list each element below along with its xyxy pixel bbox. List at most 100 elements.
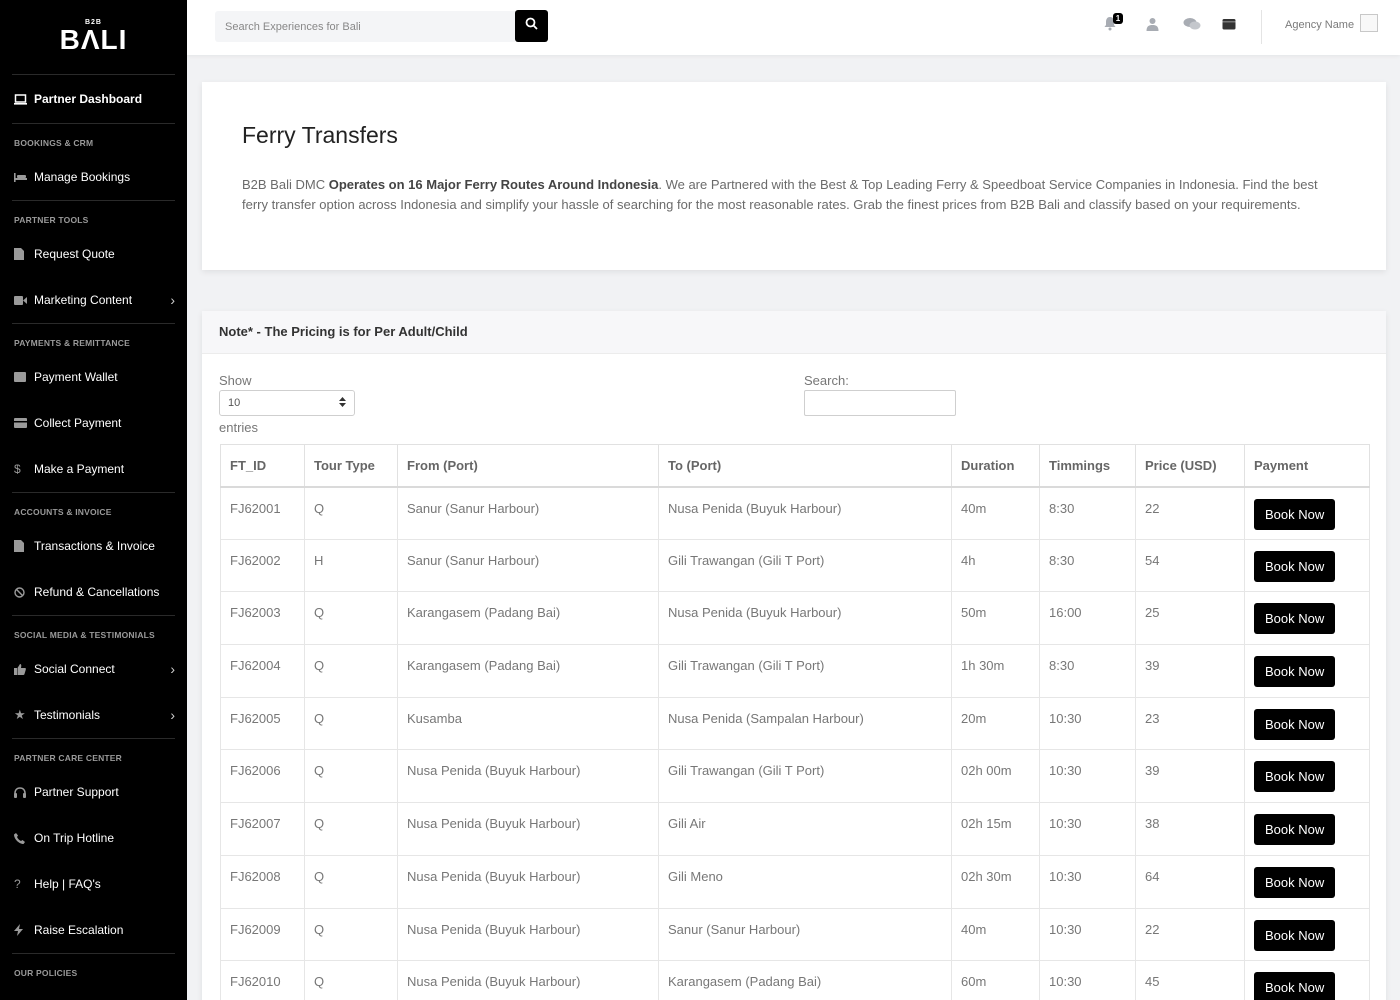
intro-description: B2B Bali DMC Operates on 16 Major Ferry … [242, 175, 1346, 215]
payment-cell: Book Now [1244, 696, 1370, 751]
sidebar-item-on-trip-hotline[interactable]: On Trip Hotline [12, 815, 175, 861]
duration-cell: 1h 30m [951, 644, 1040, 698]
sidebar-item-transactions-invoice[interactable]: Transactions & Invoice [12, 523, 175, 569]
tour-type-cell: H [304, 538, 398, 593]
tour-type-cell: Q [304, 644, 398, 698]
table-row: FJ62003 Q Karangasem (Padang Bai) Nusa Peni… [220, 591, 1370, 646]
table-row: FJ62010 Q Nusa Penida (Buyuk Harbour) Karan… [220, 960, 1370, 1000]
payment-cell: Book Now [1244, 802, 1370, 856]
sidebar-item-manage-bookings[interactable]: Manage Bookings [12, 154, 175, 200]
phone-icon [14, 832, 34, 844]
notification-button[interactable]: 1 [1101, 13, 1123, 34]
timing-cell: 10:30 [1039, 907, 1136, 962]
book-now-button[interactable]: Book Now [1254, 550, 1336, 582]
book-now-button[interactable]: Book Now [1254, 866, 1336, 898]
thumbs-up-icon [14, 663, 34, 675]
sidebar-item-label: Request Quote [34, 247, 115, 261]
sidebar-section-header: Our Policies [12, 953, 175, 984]
price-cell: 25 [1135, 591, 1245, 646]
sidebar-item-label: Collect Payment [34, 416, 122, 430]
book-now-button[interactable]: Book Now [1254, 708, 1336, 740]
notification-badge: 1 [1113, 13, 1123, 24]
ft-id-cell: FJ62009 [220, 907, 305, 962]
intro-text-bold: Operates on 16 Major Ferry Routes Around… [328, 177, 659, 192]
to-port-cell: Gili Trawangan (Gili T Port) [658, 749, 952, 804]
sidebar-item-partner-dashboard[interactable]: Partner Dashboard [12, 75, 175, 123]
tour-type-cell: Q [304, 696, 398, 751]
ft-id-cell: FJ62007 [220, 802, 305, 856]
search-button[interactable] [515, 10, 548, 42]
sidebar-item-label: Manage Bookings [34, 170, 131, 184]
sidebar-item-make-a-payment[interactable]: $ Make a Payment [12, 446, 175, 492]
duration-cell: 40m [951, 486, 1040, 540]
column-header-to-port[interactable]: To (Port) [658, 444, 952, 488]
tour-type-cell: Q [304, 486, 398, 540]
dollar-icon: $ [14, 462, 21, 476]
timing-cell: 10:30 [1039, 960, 1136, 1000]
price-cell: 39 [1135, 644, 1245, 698]
sidebar: B2B BΛLI Partner Dashboard Bookings & CR… [0, 0, 187, 1000]
sidebar-item-testimonials[interactable]: ★ Testimonials › [12, 692, 175, 738]
to-port-cell: Karangasem (Padang Bai) [658, 960, 952, 1000]
sidebar-item-social-connect[interactable]: Social Connect › [12, 646, 175, 692]
table-search-input[interactable] [804, 390, 956, 416]
sidebar-item-label: Make a Payment [34, 462, 125, 476]
book-now-button[interactable]: Book Now [1254, 972, 1336, 1000]
sidebar-section-header: Payments & Remittance [12, 323, 175, 354]
search-input[interactable]: Search Experiences for Bali [215, 11, 515, 42]
price-cell: 39 [1135, 749, 1245, 804]
table-row: FJ62002 H Sanur (Sanur Harbour) Gili Trawan… [220, 538, 1370, 593]
table-row: FJ62004 Q Karangasem (Padang Bai) Gili Traw… [220, 644, 1370, 698]
sidebar-item-terms-conditions[interactable]: $Terms & Conditions› [12, 984, 175, 1000]
payment-cell: Book Now [1244, 644, 1370, 698]
column-header-payment[interactable]: Payment [1244, 444, 1370, 488]
ft-id-cell: FJ62003 [220, 591, 305, 646]
brand-logo[interactable]: B2B BΛLI [12, 0, 175, 75]
column-header-timmings[interactable]: Timmings [1039, 444, 1136, 488]
tour-type-cell: Q [304, 907, 398, 962]
book-now-button[interactable]: Book Now [1254, 656, 1336, 688]
book-now-button[interactable]: Book Now [1254, 603, 1336, 635]
sidebar-item-partner-support[interactable]: Partner Support [12, 769, 175, 815]
profile-button[interactable] [1143, 16, 1161, 34]
sidebar-item-help-faq-s[interactable]: ? Help | FAQ's [12, 861, 175, 907]
book-now-button[interactable]: Book Now [1254, 761, 1336, 793]
sidebar-item-refund-cancellations[interactable]: Refund & Cancellations [12, 569, 175, 615]
from-port-cell: Sanur (Sanur Harbour) [397, 486, 659, 540]
wallet-button[interactable] [1220, 16, 1238, 34]
column-header-tour-type[interactable]: Tour Type [304, 444, 398, 488]
document-icon [14, 248, 34, 260]
ft-id-cell: FJ62001 [220, 486, 305, 540]
payment-cell: Book Now [1244, 907, 1370, 962]
table-row: FJ62005 Q Kusamba Nusa Penida (Sampalan Har… [220, 696, 1370, 751]
star-icon: ★ [14, 707, 26, 722]
sidebar-item-collect-payment[interactable]: Collect Payment [12, 400, 175, 446]
price-cell: 22 [1135, 486, 1245, 540]
book-now-button[interactable]: Book Now [1254, 498, 1336, 530]
messages-button[interactable] [1183, 16, 1201, 34]
sidebar-item-payment-wallet[interactable]: Payment Wallet [12, 354, 175, 400]
payment-cell: Book Now [1244, 854, 1370, 909]
column-header-from-port[interactable]: From (Port) [397, 444, 659, 488]
column-header-duration[interactable]: Duration [951, 444, 1040, 488]
entries-select[interactable]: 10 [219, 390, 355, 416]
chevron-right-icon: › [170, 292, 175, 308]
column-header-price-usd[interactable]: Price (USD) [1135, 444, 1245, 488]
top-bar: Search Experiences for Bali 1 Agency Nam… [187, 0, 1400, 55]
column-header-ft-id[interactable]: FT_ID [220, 444, 305, 488]
agency-avatar[interactable] [1360, 14, 1378, 32]
credit-card-icon [14, 418, 34, 428]
intro-card: Ferry Transfers B2B Bali DMC Operates on… [202, 82, 1386, 270]
sidebar-item-marketing-content[interactable]: Marketing Content › [12, 277, 175, 323]
table-header-row: FT_ID Tour Type From (Port) To (Port) Durati… [220, 444, 1370, 488]
sidebar-item-raise-escalation[interactable]: Raise Escalation [12, 907, 175, 953]
sidebar-item-label: Transactions & Invoice [34, 539, 155, 553]
sidebar-item-request-quote[interactable]: Request Quote [12, 231, 175, 277]
table-row: FJ62001 Q Sanur (Sanur Harbour) Nusa Penida… [220, 486, 1370, 540]
agency-name[interactable]: Agency Name [1285, 19, 1354, 31]
book-now-button[interactable]: Book Now [1254, 814, 1336, 846]
timing-cell: 10:30 [1039, 696, 1136, 751]
table-row: FJ62007 Q Nusa Penida (Buyuk Harbour) Gili … [220, 802, 1370, 856]
timing-cell: 10:30 [1039, 749, 1136, 804]
book-now-button[interactable]: Book Now [1254, 919, 1336, 951]
